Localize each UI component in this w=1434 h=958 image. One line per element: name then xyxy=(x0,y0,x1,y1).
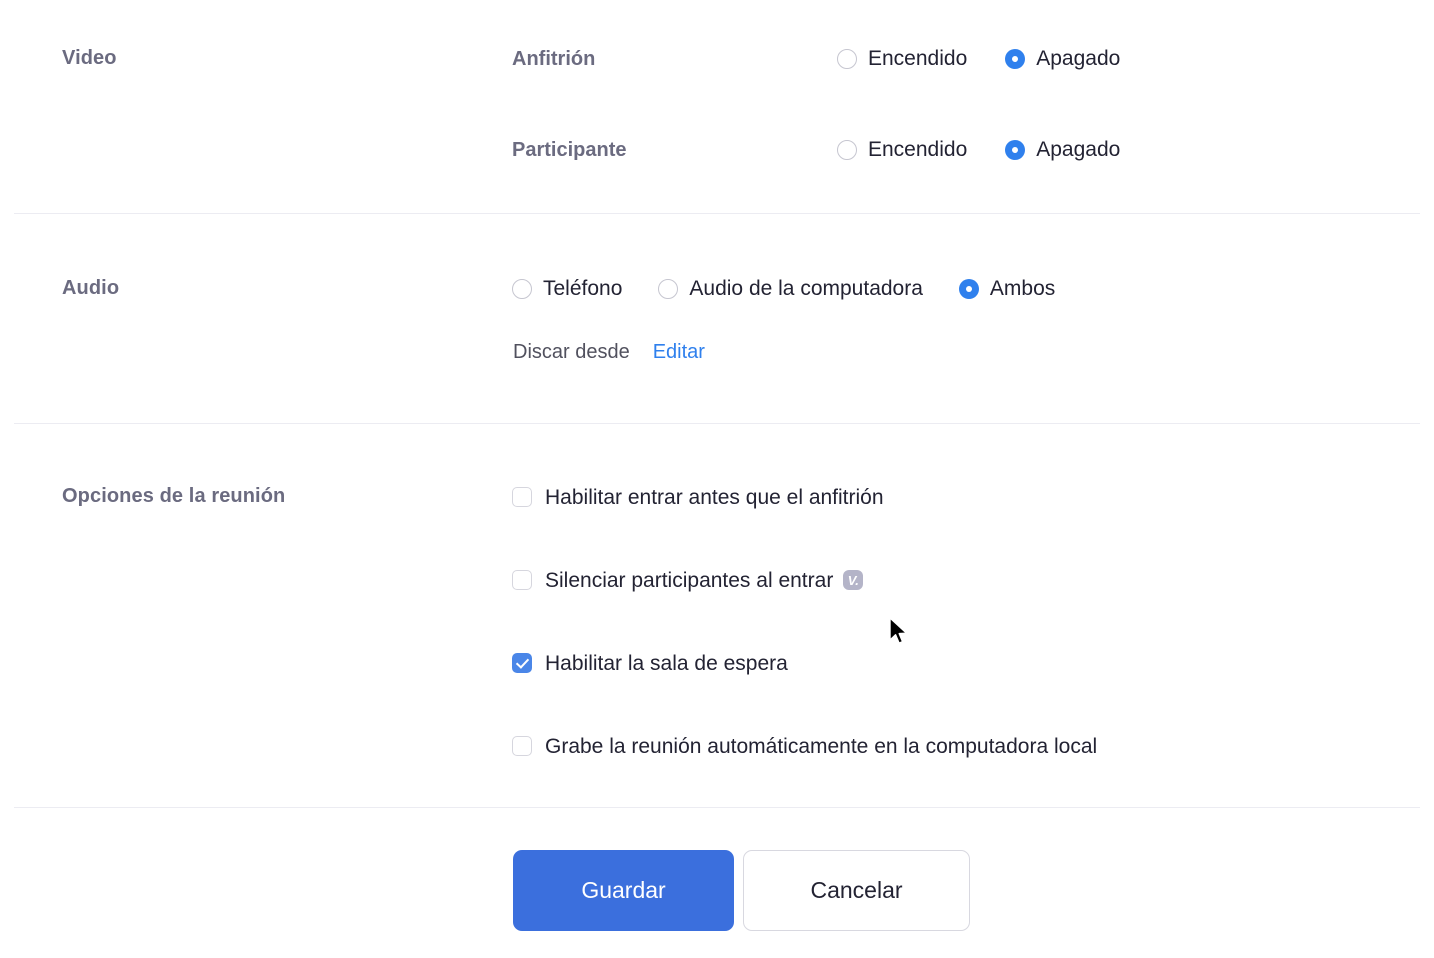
footer-button-group: Guardar Cancelar xyxy=(513,850,970,931)
video-participant-label: Participante xyxy=(512,138,627,161)
audio-options-group: Teléfono Audio de la computadora Ambos xyxy=(512,278,1055,299)
option-mute-on-entry-label: Silenciar participantes al entrar xyxy=(545,568,834,592)
radio-circle-icon xyxy=(837,48,857,69)
video-participant-row: Participante Encendido Apagado xyxy=(512,139,1120,160)
dial-in-row: Discar desde Editar xyxy=(513,342,705,362)
video-participant-on-label: Encendido xyxy=(868,138,968,161)
option-mute-on-entry[interactable]: Silenciar participantes al entrar V. xyxy=(512,567,1097,593)
help-info-badge-icon[interactable]: V. xyxy=(843,570,864,590)
checkbox-checked-icon xyxy=(512,653,532,673)
audio-both-label: Ambos xyxy=(989,277,1056,300)
option-auto-record-local-label: Grabe la reunión automáticamente en la c… xyxy=(545,734,1098,758)
audio-telephone-radio[interactable]: Teléfono xyxy=(512,278,622,299)
audio-computer-radio[interactable]: Audio de la computadora xyxy=(658,278,923,299)
video-participant-off-radio[interactable]: Apagado xyxy=(1005,139,1120,160)
radio-circle-selected-icon xyxy=(1005,139,1026,160)
video-host-off-label: Apagado xyxy=(1036,47,1121,70)
checkbox-unchecked-icon xyxy=(512,736,532,756)
footer-actions: Guardar Cancelar xyxy=(0,808,1434,958)
radio-circle-icon xyxy=(837,139,857,160)
audio-section-label: Audio xyxy=(62,277,120,299)
radio-circle-icon xyxy=(512,278,532,299)
dial-in-edit-link[interactable]: Editar xyxy=(653,342,705,362)
meeting-options-list: Habilitar entrar antes que el anfitrión … xyxy=(512,484,1097,759)
video-participant-off-label: Apagado xyxy=(1036,138,1121,161)
video-participant-on-radio[interactable]: Encendido xyxy=(837,139,967,160)
radio-circle-selected-icon xyxy=(1005,48,1026,69)
audio-telephone-label: Teléfono xyxy=(543,277,623,300)
checkbox-unchecked-icon xyxy=(512,570,532,590)
radio-circle-selected-icon xyxy=(958,278,979,299)
audio-section: Audio Teléfono Audio de la computadora A… xyxy=(0,214,1434,424)
option-auto-record-local[interactable]: Grabe la reunión automáticamente en la c… xyxy=(512,733,1097,759)
video-section-label: Video xyxy=(62,47,117,69)
radio-circle-icon xyxy=(658,278,679,299)
meeting-options-section-label: Opciones de la reunión xyxy=(62,485,286,507)
option-waiting-room-label: Habilitar la sala de espera xyxy=(545,651,788,675)
video-host-on-radio[interactable]: Encendido xyxy=(837,48,967,69)
audio-computer-label: Audio de la computadora xyxy=(689,277,923,300)
checkbox-unchecked-icon xyxy=(512,487,532,507)
option-join-before-host[interactable]: Habilitar entrar antes que el anfitrión xyxy=(512,484,1097,510)
video-host-row: Anfitrión Encendido Apagado xyxy=(512,48,1120,69)
dial-in-label: Discar desde xyxy=(513,341,630,363)
audio-both-radio[interactable]: Ambos xyxy=(958,277,1056,300)
video-section: Video Anfitrión Encendido Apagado Partic… xyxy=(0,0,1434,214)
meeting-options-section: Opciones de la reunión Habilitar entrar … xyxy=(0,424,1434,808)
meeting-settings-page: Video Anfitrión Encendido Apagado Partic… xyxy=(0,0,1434,958)
save-button[interactable]: Guardar xyxy=(513,850,734,931)
video-host-on-label: Encendido xyxy=(868,47,968,70)
option-join-before-host-label: Habilitar entrar antes que el anfitrión xyxy=(545,485,884,509)
video-host-off-radio[interactable]: Apagado xyxy=(1005,48,1120,69)
video-host-label: Anfitrión xyxy=(512,47,596,70)
cancel-button[interactable]: Cancelar xyxy=(743,850,970,931)
option-waiting-room[interactable]: Habilitar la sala de espera xyxy=(512,650,1097,676)
